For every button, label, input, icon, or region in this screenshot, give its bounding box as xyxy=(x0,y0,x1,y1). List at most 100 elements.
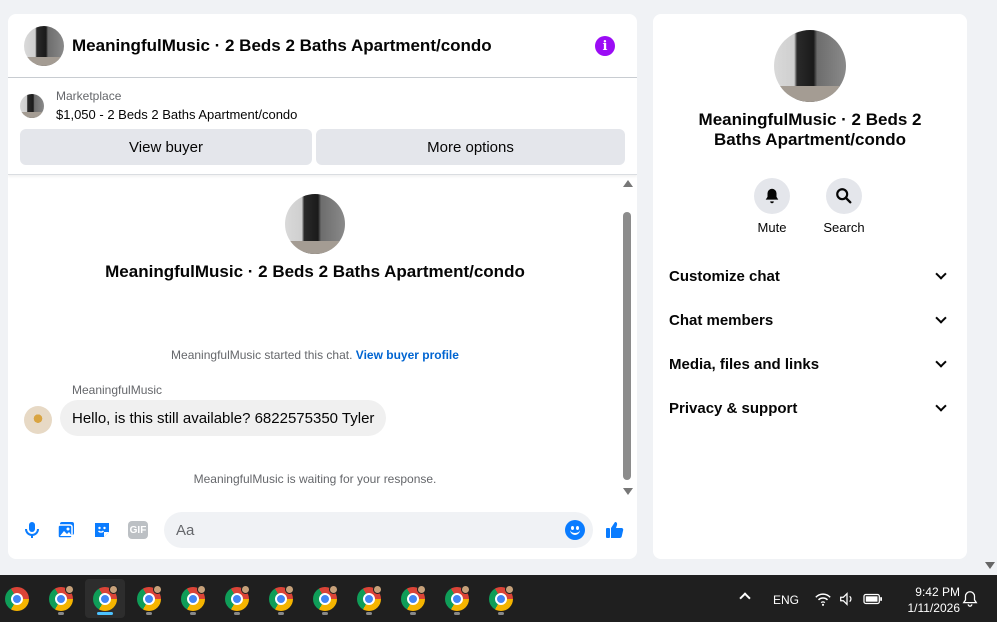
section-customize-chat[interactable]: Customize chat xyxy=(669,254,951,298)
bell-icon xyxy=(754,178,790,214)
chat-header: MeaningfulMusic · 2 Beds 2 Baths Apartme… xyxy=(8,14,637,78)
scroll-up-arrow-icon[interactable] xyxy=(623,180,633,187)
taskbar-chrome-app[interactable] xyxy=(129,579,169,618)
profile-badge-icon xyxy=(329,585,338,594)
battery-icon xyxy=(863,593,882,605)
scroll-thumb[interactable] xyxy=(623,212,631,480)
info-icon[interactable]: i xyxy=(595,36,615,56)
gif-icon[interactable]: GIF xyxy=(126,518,150,542)
listing-category: Marketplace xyxy=(56,89,122,103)
profile-badge-icon xyxy=(197,585,206,594)
volume-icon xyxy=(840,592,852,606)
chevron-down-icon xyxy=(935,268,947,280)
clock-date: 1/11/2026 xyxy=(907,601,961,615)
message-scrollbar[interactable] xyxy=(622,176,633,504)
chevron-down-icon xyxy=(935,312,947,324)
more-options-button[interactable]: More options xyxy=(316,129,625,165)
taskbar-chrome-app[interactable] xyxy=(349,579,389,618)
sticker-icon[interactable] xyxy=(90,518,114,542)
scroll-down-arrow-icon[interactable] xyxy=(623,488,633,495)
page-scroll-down-arrow-icon[interactable] xyxy=(985,562,995,569)
running-indicator xyxy=(146,612,152,615)
notification-bell-icon[interactable] xyxy=(961,590,979,608)
sender-name: MeaningfulMusic xyxy=(72,383,163,397)
profile-badge-icon xyxy=(461,585,470,594)
mute-label: Mute xyxy=(757,220,787,235)
listing-summary[interactable]: Marketplace $1,050 - 2 Beds 2 Baths Apar… xyxy=(20,89,297,122)
emoji-icon[interactable] xyxy=(565,520,585,540)
section-label: Customize chat xyxy=(669,267,780,285)
running-indicator xyxy=(190,612,196,615)
section-label: Privacy & support xyxy=(669,399,798,417)
taskbar-chrome-app[interactable] xyxy=(261,579,301,618)
sender-avatar[interactable] xyxy=(24,406,52,434)
chrome-icon xyxy=(5,586,29,611)
taskbar-chrome-app[interactable] xyxy=(481,579,521,618)
taskbar-chrome-app[interactable] xyxy=(393,579,433,618)
waiting-notice: MeaningfulMusic is waiting for your resp… xyxy=(193,472,437,486)
listing-card: Marketplace $1,050 - 2 Beds 2 Baths Apar… xyxy=(8,79,637,175)
running-indicator xyxy=(366,612,372,615)
search-label: Search xyxy=(823,220,865,235)
chat-info-panel: MeaningfulMusic · 2 Beds 2 Baths Apartme… xyxy=(653,14,967,559)
thumbs-up-icon[interactable] xyxy=(603,518,627,542)
search-button[interactable]: Search xyxy=(814,178,874,235)
listing-thumbnail xyxy=(20,93,44,118)
message-bubble[interactable]: Hello, is this still available? 68225753… xyxy=(60,400,387,436)
search-icon xyxy=(826,178,862,214)
profile-badge-icon xyxy=(505,585,514,594)
message-input-wrapper xyxy=(164,512,593,548)
taskbar-chrome-app[interactable] xyxy=(41,579,81,618)
chat-started-notice: MeaningfulMusic started this chat. View … xyxy=(8,348,622,362)
running-indicator xyxy=(410,612,416,615)
sidebar-title: MeaningfulMusic · 2 Beds 2 Baths Apartme… xyxy=(698,110,922,149)
taskbar-chrome-app[interactable] xyxy=(85,579,125,618)
system-tray[interactable] xyxy=(814,590,884,608)
chevron-down-icon xyxy=(935,400,947,412)
taskbar-chrome-app[interactable] xyxy=(0,579,37,618)
section-label: Chat members xyxy=(669,311,774,329)
intro-avatar xyxy=(285,194,345,254)
clock[interactable]: 9:42 PM 1/11/2026 xyxy=(894,584,961,616)
taskbar-chrome-app[interactable] xyxy=(217,579,257,618)
intro-title: MeaningfulMusic · 2 Beds 2 Baths Apartme… xyxy=(105,262,525,281)
profile-badge-icon xyxy=(65,585,74,594)
running-indicator xyxy=(454,612,460,615)
photo-icon[interactable] xyxy=(54,518,78,542)
running-indicator xyxy=(322,612,328,615)
section-media-files-links[interactable]: Media, files and links xyxy=(669,342,951,386)
language-indicator[interactable]: ENG xyxy=(773,593,799,607)
clock-time: 9:42 PM xyxy=(915,585,960,599)
section-privacy-support[interactable]: Privacy & support xyxy=(669,386,951,430)
taskbar-chrome-app[interactable] xyxy=(305,579,345,618)
chat-panel: MeaningfulMusic · 2 Beds 2 Baths Apartme… xyxy=(8,14,637,559)
view-buyer-button[interactable]: View buyer xyxy=(20,129,312,165)
profile-badge-icon xyxy=(153,585,162,594)
mute-button[interactable]: Mute xyxy=(742,178,802,235)
view-buyer-profile-link[interactable]: View buyer profile xyxy=(356,348,459,362)
chat-title[interactable]: MeaningfulMusic · 2 Beds 2 Baths Apartme… xyxy=(72,36,492,56)
chat-avatar[interactable] xyxy=(24,25,64,66)
profile-badge-icon xyxy=(109,585,118,594)
chat-started-text: MeaningfulMusic started this chat. xyxy=(171,348,353,362)
message-composer: GIF xyxy=(8,508,637,552)
section-label: Media, files and links xyxy=(669,355,820,373)
profile-badge-icon xyxy=(417,585,426,594)
running-indicator xyxy=(97,612,113,615)
section-chat-members[interactable]: Chat members xyxy=(669,298,951,342)
chevron-down-icon xyxy=(935,356,947,368)
sidebar-avatar[interactable] xyxy=(774,30,846,102)
profile-badge-icon xyxy=(373,585,382,594)
microphone-icon[interactable] xyxy=(20,518,44,542)
running-indicator xyxy=(58,612,64,615)
profile-badge-icon xyxy=(285,585,294,594)
taskbar-chrome-app[interactable] xyxy=(173,579,213,618)
listing-price-title: $1,050 - 2 Beds 2 Baths Apartment/condo xyxy=(56,107,298,122)
running-indicator xyxy=(234,612,240,615)
profile-badge-icon xyxy=(241,585,250,594)
taskbar-chrome-app[interactable] xyxy=(437,579,477,618)
running-indicator xyxy=(278,612,284,615)
message-list: MeaningfulMusic · 2 Beds 2 Baths Apartme… xyxy=(8,176,637,504)
wifi-icon xyxy=(815,593,831,606)
message-input[interactable] xyxy=(164,512,593,548)
